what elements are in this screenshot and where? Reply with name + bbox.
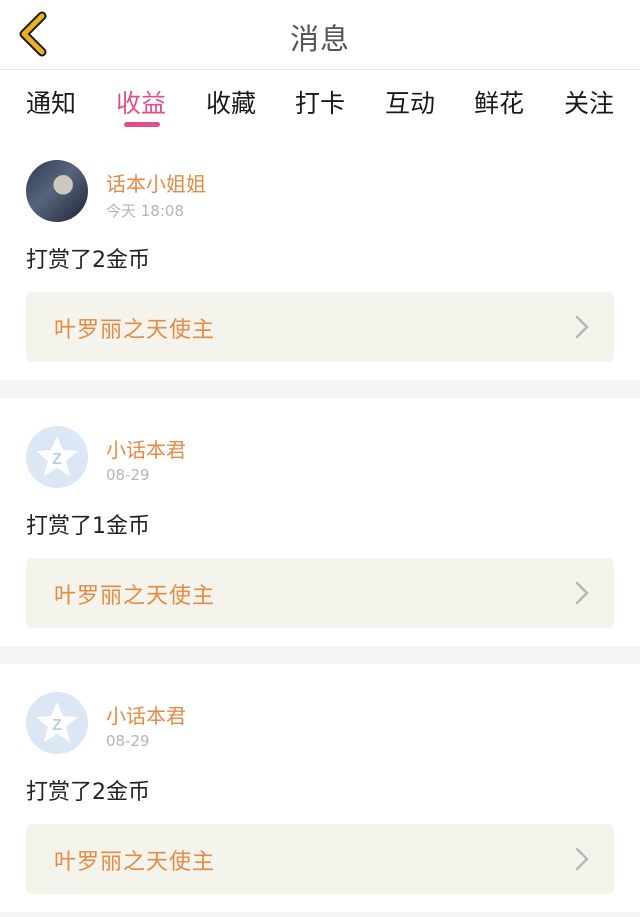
story-title: 叶罗丽之天使主 (54, 584, 216, 609)
avatar[interactable]: Z (26, 426, 88, 488)
avatar[interactable] (26, 160, 88, 222)
story-title: 叶罗丽之天使主 (54, 318, 216, 343)
list-item: 话本小姐姐 今天 18:08 打赏了2金币 叶罗丽之天使主 (0, 132, 640, 380)
tab-interactions[interactable]: 互动 (385, 84, 435, 120)
divider (0, 912, 640, 917)
divider (0, 646, 640, 664)
tab-flowers[interactable]: 鲜花 (474, 84, 524, 120)
chevron-right-icon (575, 847, 589, 871)
tab-bar: 通知 收益 收藏 打卡 互动 鲜花 关注 (0, 72, 640, 130)
story-link-card[interactable]: 叶罗丽之天使主 (26, 558, 614, 628)
tab-favorites[interactable]: 收藏 (206, 84, 256, 120)
story-title: 叶罗丽之天使主 (54, 850, 216, 875)
message-text: 打赏了1金币 (26, 514, 150, 539)
tab-checkin[interactable]: 打卡 (295, 84, 345, 120)
default-avatar-icon: Z (36, 436, 78, 476)
svg-text:Z: Z (52, 451, 62, 468)
chevron-right-icon (575, 581, 589, 605)
tab-earnings[interactable]: 收益 (116, 84, 166, 120)
page-title: 消息 (289, 22, 350, 56)
list-item: Z 小话本君 08-29 打赏了2金币 叶罗丽之天使主 (0, 664, 640, 912)
avatar[interactable]: Z (26, 692, 88, 754)
username[interactable]: 话本小姐姐 (106, 168, 206, 197)
divider (0, 380, 640, 398)
story-link-card[interactable]: 叶罗丽之天使主 (26, 292, 614, 362)
active-tab-indicator (124, 122, 160, 127)
message-text: 打赏了2金币 (26, 780, 150, 805)
username[interactable]: 小话本君 (106, 700, 186, 729)
timestamp: 今天 18:08 (106, 202, 184, 220)
username[interactable]: 小话本君 (106, 434, 186, 463)
story-link-card[interactable]: 叶罗丽之天使主 (26, 824, 614, 894)
chevron-right-icon (575, 315, 589, 339)
message-text: 打赏了2金币 (26, 248, 150, 273)
svg-text:Z: Z (52, 717, 62, 734)
timestamp: 08-29 (106, 466, 150, 484)
tab-follows[interactable]: 关注 (564, 84, 614, 120)
default-avatar-icon: Z (36, 702, 78, 742)
tab-notifications[interactable]: 通知 (26, 84, 76, 120)
timestamp: 08-29 (106, 732, 150, 750)
top-bar: 消息 (0, 0, 640, 70)
list-item: Z 小话本君 08-29 打赏了1金币 叶罗丽之天使主 (0, 398, 640, 646)
